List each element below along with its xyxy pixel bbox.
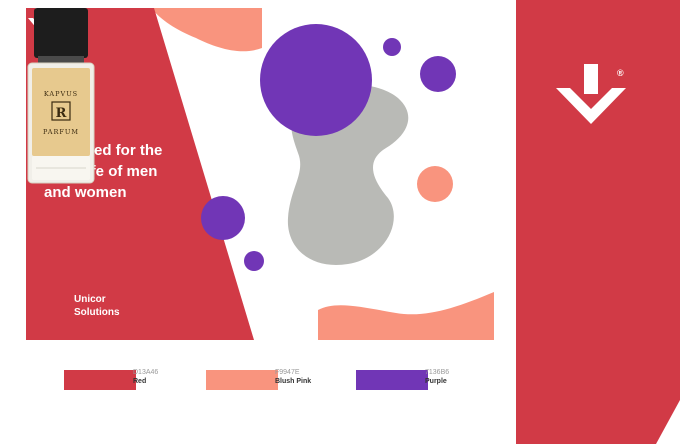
bottle-label-top: KAPVUS [44, 90, 78, 98]
swatch-red-info: D13A46 Red [133, 368, 158, 386]
swatch-purple-name: Purple [425, 378, 447, 385]
swatch-red [64, 370, 136, 390]
purple-circle-large [260, 24, 372, 136]
swatch-blush-pink-info: F9947E Blush Pink [275, 368, 311, 386]
logo-line-2: Solutions [74, 307, 120, 318]
bottle-label-monogram: R [56, 106, 67, 121]
purple-circle-medium [420, 56, 456, 92]
swatch-red-name: Red [133, 378, 147, 385]
registered-mark: ® [617, 68, 624, 78]
swatch-purple-info: 7136B6 Purple [425, 368, 449, 386]
swatch-blush-pink [206, 370, 278, 390]
logo-line-1: Unicor [74, 294, 106, 305]
swatch-purple-code: 7136B6 [425, 369, 450, 376]
purple-circle-dot [244, 251, 264, 271]
bottle-label-bottom: PARFUM [43, 128, 79, 136]
purple-circle-small [383, 38, 401, 56]
unicor-logo-large-icon [556, 64, 626, 124]
swatch-blush-pink-code: F9947E [275, 369, 300, 376]
swatch-red-code: D13A46 [133, 369, 159, 376]
brand-artboard: Designed for the daily life of men and w… [26, 8, 494, 340]
swatch-purple [356, 370, 428, 390]
logo-wordmark: Unicor Solutions [74, 293, 120, 319]
pink-wave-top [151, 8, 262, 52]
perfume-bottle-image: KAPVUS R PARFUM [27, 8, 95, 184]
pink-wave-bottom [318, 292, 494, 340]
swatch-blush-pink-name: Blush Pink [275, 378, 312, 385]
pink-circle [417, 166, 453, 202]
